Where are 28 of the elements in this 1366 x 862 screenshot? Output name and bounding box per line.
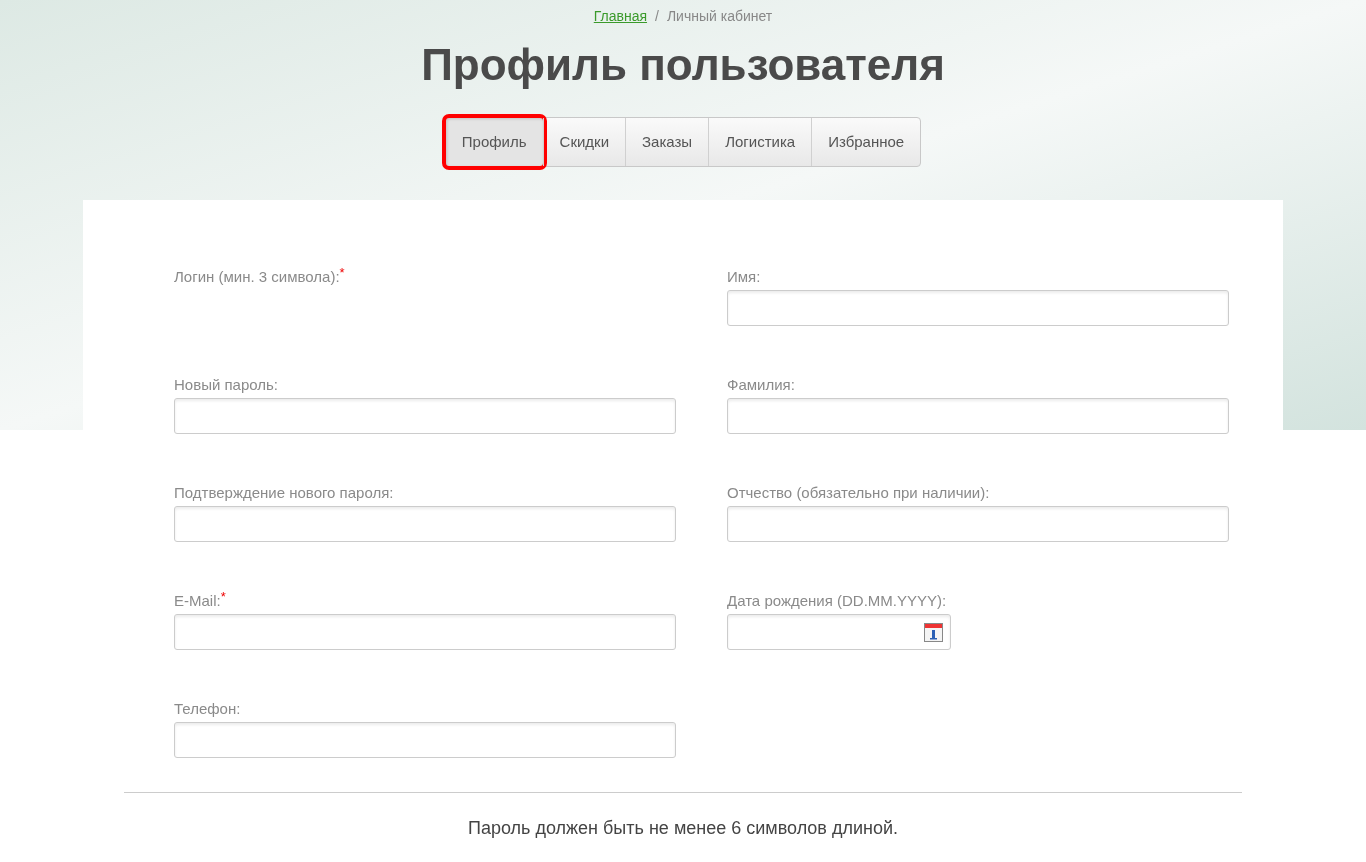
required-mark: *: [220, 590, 226, 603]
required-mark: *: [339, 266, 345, 279]
tab[interactable]: Избранное: [811, 118, 921, 166]
field-label: Имя:: [727, 267, 761, 287]
input-field[interactable]: [727, 506, 1229, 542]
tab[interactable]: Логистика: [708, 118, 812, 166]
field-label: Отчество (обязательно при наличии):: [727, 483, 990, 503]
field-label: Фамилия:: [727, 375, 795, 395]
field-label: Логин (мин. 3 символа):: [174, 267, 340, 287]
input-field[interactable]: [174, 614, 676, 650]
field-label: Подтверждение нового пароля:: [174, 483, 394, 503]
tab[interactable]: Скидки: [542, 118, 625, 166]
calendar-icon[interactable]: [924, 622, 943, 642]
field-label: Новый пароль:: [174, 375, 279, 395]
input-field[interactable]: [727, 398, 1229, 434]
input-field[interactable]: [174, 722, 676, 758]
breadcrumb-text: Личный кабинет: [666, 7, 773, 26]
tab[interactable]: Заказы: [625, 118, 709, 166]
field-label: E-Mail:: [174, 591, 221, 611]
date-field[interactable]: [727, 614, 951, 650]
breadcrumb-text: /: [655, 7, 659, 26]
input-field[interactable]: [174, 506, 676, 542]
input-field[interactable]: [727, 290, 1229, 326]
input-field[interactable]: [174, 398, 676, 434]
page-title: Профиль пользователя: [421, 43, 945, 87]
field-label: Дата рождения (DD.MM.YYYY):: [727, 591, 947, 611]
password-hint: Пароль должен быть не менее 6 символов длиной.: [467, 817, 899, 840]
field-label: Телефон:: [174, 699, 241, 719]
